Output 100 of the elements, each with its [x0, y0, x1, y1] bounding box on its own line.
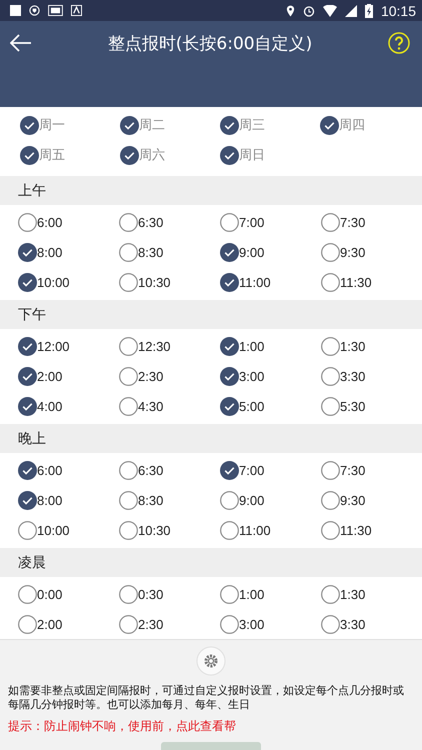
checked-checkbox-icon[interactable]: [120, 116, 139, 134]
checkbox-icon[interactable]: [321, 272, 340, 292]
checkbox-icon[interactable]: [119, 614, 138, 634]
checkbox-icon[interactable]: [321, 366, 340, 386]
checkbox-icon[interactable]: [321, 584, 340, 604]
time-label: 3:00: [239, 616, 264, 632]
checkbox-icon[interactable]: [321, 614, 340, 634]
checkbox-icon[interactable]: [119, 490, 138, 510]
checkbox-icon[interactable]: [119, 242, 138, 262]
checked-checkbox-icon[interactable]: [220, 396, 239, 416]
signal-icon: [344, 4, 357, 16]
checkbox-icon[interactable]: [220, 212, 239, 232]
time-label: 11:30: [340, 274, 372, 290]
checked-checkbox-icon[interactable]: [18, 336, 37, 356]
checkbox-icon[interactable]: [18, 614, 37, 634]
time-label: 12:30: [138, 338, 171, 354]
checked-checkbox-icon[interactable]: [220, 460, 239, 480]
checkbox-icon[interactable]: [119, 212, 138, 232]
checkbox-icon[interactable]: [321, 520, 340, 540]
time-label: 11:30: [340, 522, 372, 538]
time-label: 5:30: [340, 398, 366, 414]
settings-icon[interactable]: [196, 646, 226, 676]
checkbox-icon[interactable]: [220, 520, 239, 540]
time-label: 9:30: [340, 244, 366, 260]
time-label: 5:00: [239, 398, 264, 414]
checked-checkbox-icon[interactable]: [220, 366, 239, 386]
checked-checkbox-icon[interactable]: [220, 116, 239, 134]
time-label: 10:30: [138, 274, 171, 290]
checked-checkbox-icon[interactable]: [220, 146, 239, 164]
time-label: 3:30: [340, 616, 366, 632]
time-label: 7:00: [239, 462, 264, 478]
time-label: 3:30: [340, 368, 366, 384]
checkbox-icon[interactable]: [321, 212, 340, 232]
time-label: 1:30: [340, 586, 366, 602]
checkbox-icon[interactable]: [220, 614, 239, 634]
checkbox-icon[interactable]: [321, 460, 340, 480]
time-label: 11:00: [239, 274, 271, 290]
checkbox-icon[interactable]: [321, 336, 340, 356]
checkbox-icon[interactable]: [18, 584, 37, 604]
page-title: 整点报时(长按6:00自定义): [106, 32, 314, 54]
checkbox-icon[interactable]: [119, 396, 138, 416]
checked-checkbox-icon[interactable]: [18, 396, 37, 416]
weekday-label: 周日: [239, 146, 265, 164]
time-label: 9:00: [239, 492, 264, 508]
alarm-icon: [302, 4, 315, 16]
time-label: 6:30: [138, 214, 164, 230]
checkbox-icon[interactable]: [321, 396, 340, 416]
status-time: 10:15: [380, 2, 416, 18]
checkbox-icon[interactable]: [18, 520, 37, 540]
section-title: 晚上: [18, 430, 46, 448]
weekday-label: 周三: [239, 116, 265, 134]
notification-icon: [10, 5, 21, 16]
checked-checkbox-icon[interactable]: [120, 146, 139, 164]
back-arrow-icon[interactable]: [10, 34, 32, 52]
time-label: 11:00: [239, 522, 271, 538]
checkbox-icon[interactable]: [220, 490, 239, 510]
checked-checkbox-icon[interactable]: [18, 366, 37, 386]
time-label: 0:30: [138, 586, 164, 602]
time-label: 9:30: [340, 492, 366, 508]
time-label: 2:00: [37, 616, 62, 632]
weekday-label: 周六: [139, 146, 165, 164]
checked-checkbox-icon[interactable]: [220, 336, 239, 356]
checkbox-icon[interactable]: [18, 212, 37, 232]
checked-checkbox-icon[interactable]: [320, 116, 339, 134]
time-label: 6:00: [37, 462, 62, 478]
checkbox-icon[interactable]: [220, 584, 239, 604]
checked-checkbox-icon[interactable]: [220, 242, 239, 262]
help-tip-link[interactable]: 提示：防止闹钟不响，使用前，点此查看帮: [8, 718, 414, 735]
checkbox-icon[interactable]: [119, 584, 138, 604]
checked-checkbox-icon[interactable]: [20, 146, 39, 164]
checked-checkbox-icon[interactable]: [220, 272, 239, 292]
time-label: 7:00: [239, 214, 264, 230]
weekday-label: 周二: [139, 116, 165, 134]
time-label: 1:00: [239, 586, 264, 602]
help-icon[interactable]: [388, 32, 410, 54]
time-label: 10:30: [138, 522, 171, 538]
checked-checkbox-icon[interactable]: [18, 242, 37, 262]
shield-icon: [29, 5, 40, 16]
checked-checkbox-icon[interactable]: [18, 490, 37, 510]
time-label: 4:00: [37, 398, 62, 414]
checkbox-icon[interactable]: [119, 520, 138, 540]
time-label: 0:00: [37, 586, 62, 602]
checkbox-icon[interactable]: [119, 366, 138, 386]
checked-checkbox-icon[interactable]: [20, 116, 39, 134]
checked-checkbox-icon[interactable]: [18, 272, 37, 292]
checkbox-icon[interactable]: [321, 242, 340, 262]
wifi-icon: [322, 4, 337, 16]
time-label: 9:00: [239, 244, 264, 260]
time-label: 12:00: [37, 338, 70, 354]
time-label: 6:00: [37, 214, 62, 230]
checked-checkbox-icon[interactable]: [18, 460, 37, 480]
checkbox-icon[interactable]: [321, 490, 340, 510]
time-label: 8:00: [37, 244, 62, 260]
time-label: 7:30: [340, 214, 366, 230]
time-label: 2:00: [37, 368, 62, 384]
checkbox-icon[interactable]: [119, 460, 138, 480]
time-label: 2:30: [138, 616, 164, 632]
time-label: 6:30: [138, 462, 164, 478]
checkbox-icon[interactable]: [119, 336, 138, 356]
checkbox-icon[interactable]: [119, 272, 138, 292]
